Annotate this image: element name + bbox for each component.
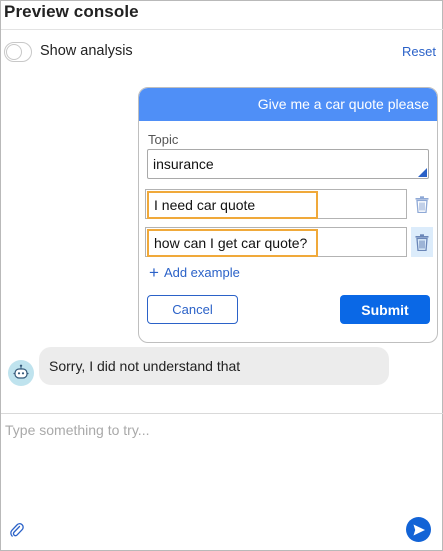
reset-link[interactable]: Reset <box>402 44 436 59</box>
delete-example-button[interactable] <box>411 227 433 257</box>
user-message-bubble: Give me a car quote please <box>139 88 437 121</box>
example-row: how can I get car quote? <box>145 227 433 257</box>
example-text: how can I get car quote? <box>147 229 318 257</box>
submit-button[interactable]: Submit <box>340 295 430 324</box>
show-analysis-toggle[interactable] <box>4 42 32 62</box>
add-example-button[interactable]: + Add example <box>149 262 240 282</box>
bot-message-bubble: Sorry, I did not understand that <box>39 347 389 385</box>
plus-icon: + <box>149 262 159 282</box>
add-example-label: Add example <box>163 265 240 280</box>
bot-avatar <box>8 360 34 386</box>
send-icon <box>413 524 425 535</box>
select-corner-icon <box>418 168 427 177</box>
cancel-button[interactable]: Cancel <box>147 295 238 324</box>
trash-icon <box>415 195 429 213</box>
send-button[interactable] <box>406 517 431 542</box>
show-analysis-label: Show analysis <box>40 43 133 59</box>
preview-console-panel: Preview console Show analysis Reset Give… <box>0 0 443 551</box>
paperclip-icon <box>10 523 24 537</box>
delete-example-button[interactable] <box>411 189 433 219</box>
toggle-knob <box>6 44 22 60</box>
trash-icon <box>415 233 429 251</box>
bot-avatar-icon <box>13 364 29 379</box>
title-divider <box>1 29 443 30</box>
training-card: Give me a car quote please Topic insuran… <box>138 87 438 343</box>
example-input[interactable]: I need car quote <box>145 189 407 219</box>
topic-label: Topic <box>148 132 179 147</box>
composer-divider <box>1 413 443 414</box>
example-input[interactable]: how can I get car quote? <box>145 227 407 257</box>
attach-button[interactable] <box>10 522 24 538</box>
example-text: I need car quote <box>147 191 318 219</box>
panel-title: Preview console <box>4 2 139 21</box>
topic-select[interactable]: insurance <box>147 149 429 179</box>
message-input[interactable] <box>5 421 435 439</box>
example-row: I need car quote <box>145 189 431 219</box>
topic-value: insurance <box>153 156 214 172</box>
